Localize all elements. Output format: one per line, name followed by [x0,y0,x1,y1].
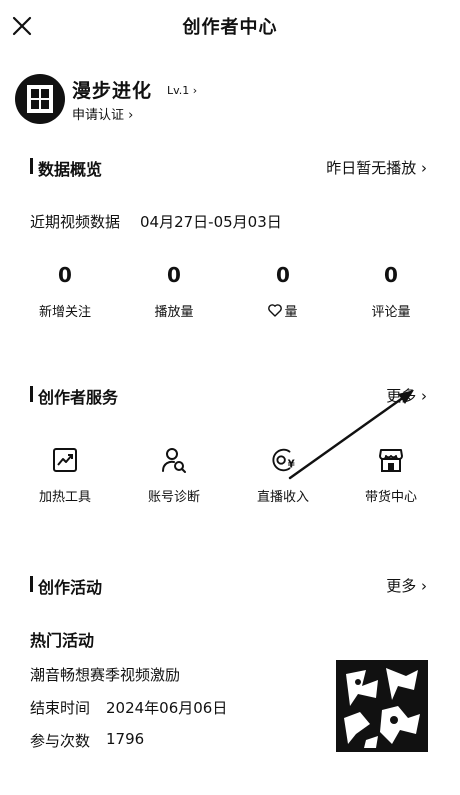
event-cover-image [336,660,428,752]
activity-more-link[interactable]: 更多 › [386,575,427,596]
end-time-value: 2024年06月06日 [106,699,228,717]
section-marker [30,576,33,592]
participation-label: 参与次数 [30,732,91,750]
activity-title: 创作活动 [38,578,103,597]
event-name[interactable]: 潮音畅想赛季视频激励 [30,664,180,685]
end-time-label: 结束时间 [30,699,91,717]
participation-count: 1796 [106,730,145,748]
event-thumbnail[interactable] [336,660,428,752]
hot-activity-label: 热门活动 [30,631,95,650]
